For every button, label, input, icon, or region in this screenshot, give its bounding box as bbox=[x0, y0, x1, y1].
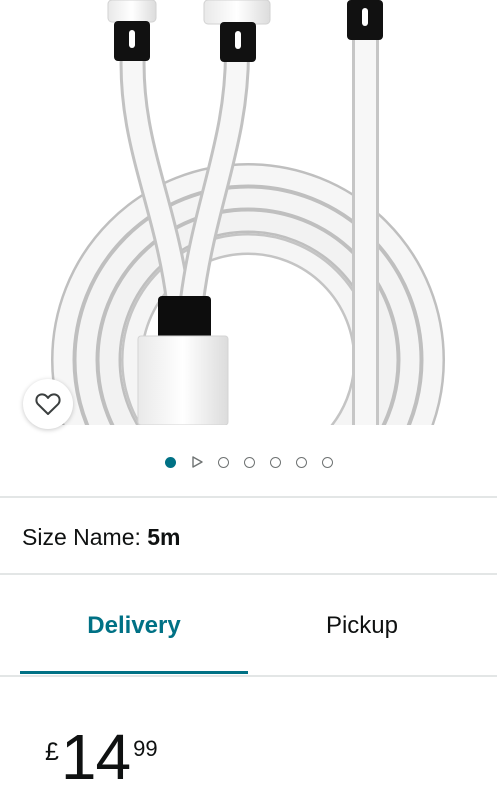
tab-selected-indicator bbox=[20, 671, 248, 674]
carousel-dot[interactable] bbox=[243, 456, 255, 468]
carousel-indicators bbox=[0, 453, 497, 471]
cable-image bbox=[51, 0, 445, 425]
wishlist-button[interactable] bbox=[23, 379, 73, 429]
tab-delivery[interactable]: Delivery bbox=[20, 577, 248, 675]
size-value: 5m bbox=[147, 524, 181, 550]
fulfillment-tabs: Delivery Pickup bbox=[0, 577, 497, 675]
price-currency: £ bbox=[45, 738, 59, 766]
divider bbox=[0, 496, 497, 498]
video-play-icon[interactable] bbox=[191, 456, 203, 468]
carousel-dot[interactable] bbox=[295, 456, 307, 468]
tab-pickup[interactable]: Pickup bbox=[248, 577, 476, 675]
price-fraction: 99 bbox=[133, 736, 158, 761]
carousel-dot[interactable] bbox=[321, 456, 333, 468]
carousel-dot[interactable] bbox=[269, 456, 281, 468]
size-label: Size Name: bbox=[22, 524, 148, 550]
divider bbox=[0, 675, 497, 677]
divider bbox=[0, 573, 497, 575]
product-image[interactable] bbox=[0, 0, 497, 425]
carousel-dot-active[interactable] bbox=[164, 456, 176, 468]
price-whole: 14 bbox=[60, 721, 131, 793]
carousel-dot[interactable] bbox=[217, 456, 229, 468]
price: £ 14 99 bbox=[45, 724, 158, 794]
heart-outline-icon bbox=[35, 393, 61, 415]
size-selector[interactable]: Size Name: 5m bbox=[22, 524, 181, 551]
